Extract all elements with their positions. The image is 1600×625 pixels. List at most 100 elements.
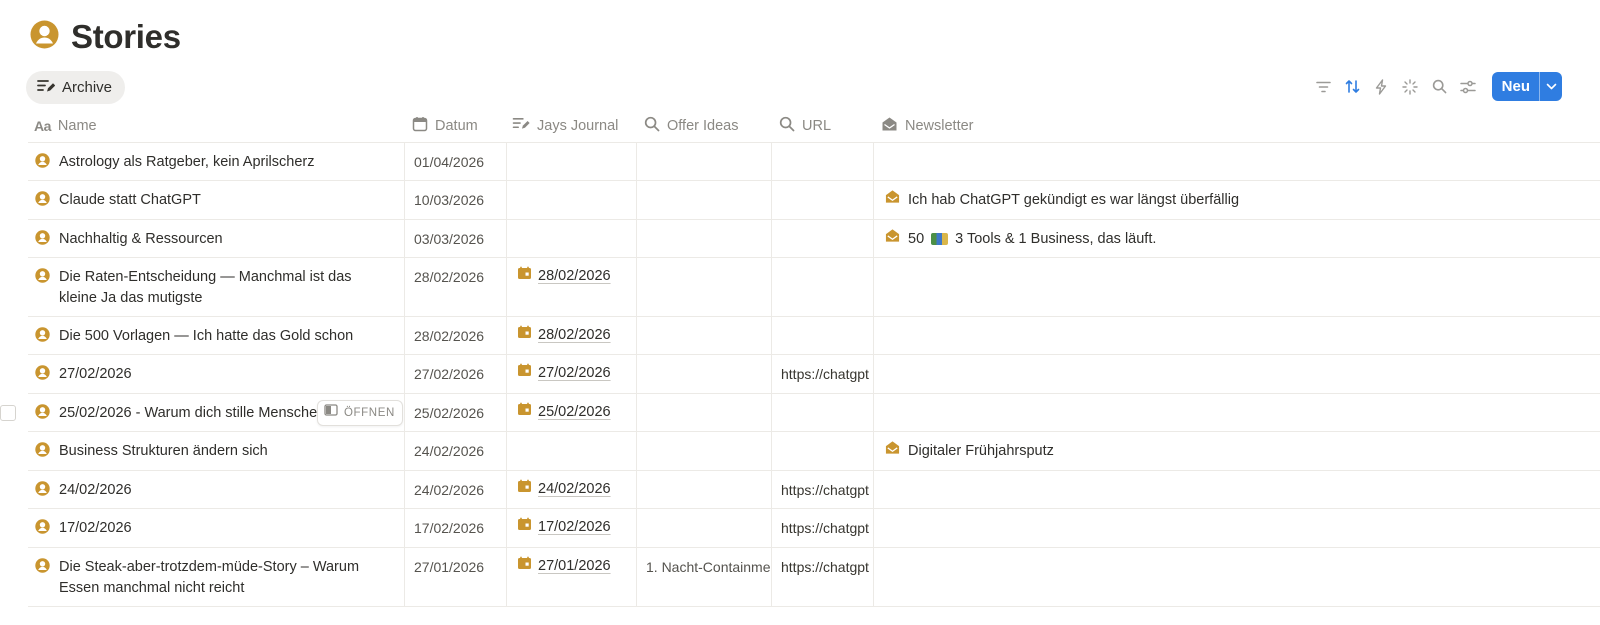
date-cell[interactable]: 01/04/2026	[404, 143, 506, 180]
newsletter-link[interactable]: Ich hab ChatGPT gekündigt es war längst …	[884, 189, 1239, 211]
journal-cell[interactable]: 27/01/2026	[506, 548, 636, 606]
name-cell[interactable]: Claude statt ChatGPT	[28, 181, 404, 219]
journal-cell[interactable]	[506, 220, 636, 257]
table-row[interactable]: 27/02/2026 27/02/2026 27/02/2026 https:/…	[28, 355, 1600, 394]
date-cell[interactable]: 24/02/2026	[404, 471, 506, 508]
url-cell[interactable]	[771, 181, 873, 219]
column-header-name[interactable]: Aa Name	[34, 108, 97, 143]
url-cell[interactable]: https://chatgpt	[771, 548, 873, 606]
offer-cell[interactable]	[636, 258, 771, 316]
journal-link[interactable]: 28/02/2026	[517, 266, 611, 287]
newsletter-cell[interactable]	[873, 355, 1600, 393]
journal-cell[interactable]: 25/02/2026	[506, 394, 636, 431]
journal-cell[interactable]: 17/02/2026	[506, 509, 636, 547]
table-row[interactable]: Business Strukturen ändern sich 24/02/20…	[28, 432, 1600, 471]
date-cell[interactable]: 27/02/2026	[404, 355, 506, 393]
automation-icon[interactable]	[1370, 73, 1393, 101]
url-cell[interactable]: https://chatgpt	[771, 509, 873, 547]
offer-cell[interactable]	[636, 220, 771, 257]
table-row[interactable]: Claude statt ChatGPT 10/03/2026 Ich hab …	[28, 181, 1600, 220]
table-row[interactable]: Astrology als Ratgeber, kein Aprilscherz…	[28, 143, 1600, 181]
offer-cell[interactable]: 1. Nacht-Containment	[636, 548, 771, 606]
newsletter-link[interactable]: 50 3 Tools & 1 Business, das läuft.	[884, 228, 1156, 250]
name-cell[interactable]: 17/02/2026	[28, 509, 404, 547]
url-cell[interactable]	[771, 394, 873, 431]
offer-cell[interactable]	[636, 432, 771, 470]
row-checkbox[interactable]	[0, 405, 16, 421]
newsletter-cell[interactable]	[873, 258, 1600, 316]
date-cell[interactable]: 27/01/2026	[404, 548, 506, 606]
url-cell[interactable]	[771, 220, 873, 257]
journal-link[interactable]: 27/01/2026	[517, 556, 611, 577]
journal-link[interactable]: 24/02/2026	[517, 479, 611, 500]
url-cell[interactable]	[771, 432, 873, 470]
journal-cell[interactable]	[506, 432, 636, 470]
journal-cell[interactable]: 27/02/2026	[506, 355, 636, 393]
newsletter-cell[interactable]: 50 3 Tools & 1 Business, das läuft.	[873, 220, 1600, 257]
date-cell[interactable]: 17/02/2026	[404, 509, 506, 547]
date-cell[interactable]: 25/02/2026	[404, 394, 506, 431]
table-row[interactable]: 25/02/2026 - Warum dich stille Menschen …	[0, 394, 1600, 432]
newsletter-cell[interactable]	[873, 471, 1600, 508]
journal-link[interactable]: 17/02/2026	[517, 517, 611, 538]
journal-cell[interactable]	[506, 181, 636, 219]
name-cell[interactable]: Die Steak-aber-trotzdem-müde-Story – War…	[28, 548, 404, 606]
date-cell[interactable]: 10/03/2026	[404, 181, 506, 219]
column-header-datum[interactable]: Datum	[412, 108, 478, 143]
new-button[interactable]: Neu	[1492, 72, 1539, 101]
column-header-newsletter[interactable]: Newsletter	[881, 108, 974, 143]
filter-icon[interactable]	[1312, 73, 1335, 101]
offer-cell[interactable]	[636, 355, 771, 393]
newsletter-link[interactable]: Digitaler Frühjahrsputz	[884, 440, 1054, 462]
table-row[interactable]: 17/02/2026 17/02/2026 17/02/2026 https:/…	[28, 509, 1600, 548]
offer-cell[interactable]	[636, 143, 771, 180]
journal-link[interactable]: 25/02/2026	[517, 402, 611, 423]
journal-cell[interactable]: 28/02/2026	[506, 317, 636, 354]
date-cell[interactable]: 03/03/2026	[404, 220, 506, 257]
offer-cell[interactable]	[636, 471, 771, 508]
url-cell[interactable]: https://chatgpt	[771, 471, 873, 508]
offer-cell[interactable]	[636, 394, 771, 431]
sparkle-icon[interactable]	[1399, 73, 1422, 101]
newsletter-cell[interactable]	[873, 394, 1600, 431]
name-cell[interactable]: 25/02/2026 - Warum dich stille Menschen …	[28, 394, 404, 431]
date-cell[interactable]: 28/02/2026	[404, 317, 506, 354]
newsletter-cell[interactable]	[873, 317, 1600, 354]
column-header-offer-ideas[interactable]: Offer Ideas	[644, 108, 738, 143]
name-cell[interactable]: 24/02/2026	[28, 471, 404, 508]
date-cell[interactable]: 24/02/2026	[404, 432, 506, 470]
offer-cell[interactable]	[636, 317, 771, 354]
table-row[interactable]: Die Raten-Entscheidung — Manchmal ist da…	[28, 258, 1600, 317]
journal-link[interactable]: 28/02/2026	[517, 325, 611, 346]
url-cell[interactable]	[771, 258, 873, 316]
sort-icon[interactable]	[1341, 73, 1364, 101]
table-row[interactable]: Die Steak-aber-trotzdem-müde-Story – War…	[28, 548, 1600, 607]
name-cell[interactable]: Business Strukturen ändern sich	[28, 432, 404, 470]
journal-link[interactable]: 27/02/2026	[517, 363, 611, 384]
table-row[interactable]: Die 500 Vorlagen — Ich hatte das Gold sc…	[28, 317, 1600, 355]
newsletter-cell[interactable]: Digitaler Frühjahrsputz	[873, 432, 1600, 470]
name-cell[interactable]: 27/02/2026	[28, 355, 404, 393]
newsletter-cell[interactable]	[873, 548, 1600, 606]
offer-cell[interactable]	[636, 181, 771, 219]
date-cell[interactable]: 28/02/2026	[404, 258, 506, 316]
name-cell[interactable]: Die 500 Vorlagen — Ich hatte das Gold sc…	[28, 317, 404, 354]
offer-cell[interactable]	[636, 509, 771, 547]
table-row[interactable]: Nachhaltig & Ressourcen 03/03/2026 50 3 …	[28, 220, 1600, 258]
url-cell[interactable]	[771, 317, 873, 354]
table-row[interactable]: 24/02/2026 24/02/2026 24/02/2026 https:/…	[28, 471, 1600, 509]
name-cell[interactable]: Astrology als Ratgeber, kein Aprilscherz	[28, 143, 404, 180]
newsletter-cell[interactable]	[873, 143, 1600, 180]
url-cell[interactable]: https://chatgpt	[771, 355, 873, 393]
view-tab-archive[interactable]: Archive	[26, 71, 126, 104]
settings-sliders-icon[interactable]	[1457, 73, 1480, 101]
journal-cell[interactable]: 24/02/2026	[506, 471, 636, 508]
name-cell[interactable]: Die Raten-Entscheidung — Manchmal ist da…	[28, 258, 404, 316]
new-dropdown-button[interactable]	[1539, 72, 1562, 101]
open-page-button[interactable]: ÖFFNEN	[317, 400, 403, 426]
url-cell[interactable]	[771, 143, 873, 180]
column-header-url[interactable]: URL	[779, 108, 831, 143]
journal-cell[interactable]	[506, 143, 636, 180]
journal-cell[interactable]: 28/02/2026	[506, 258, 636, 316]
name-cell[interactable]: Nachhaltig & Ressourcen	[28, 220, 404, 257]
